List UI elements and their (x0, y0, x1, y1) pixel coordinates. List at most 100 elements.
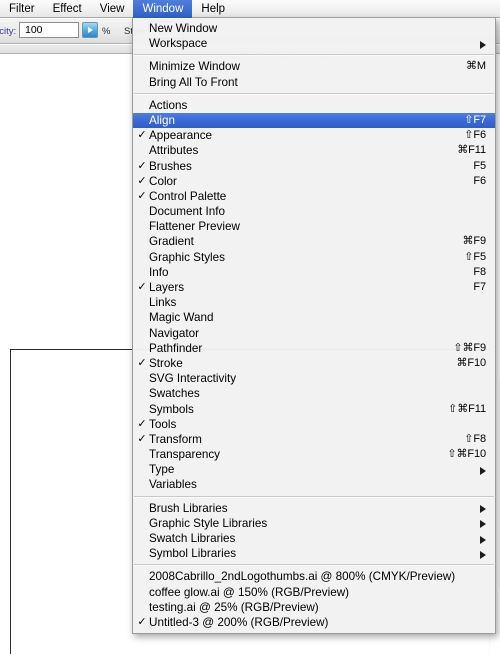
menu-item-label: Links (149, 296, 177, 310)
menu-item-label: Transparency (149, 448, 221, 462)
menu-item-label: Transform (149, 432, 202, 446)
menu-item-document-info[interactable]: Document Info (133, 204, 495, 219)
menu-bar-items: Filter Effect View Window Help (0, 0, 234, 18)
menu-item-shortcut: ⌘F10 (456, 356, 486, 369)
menu-item-color[interactable]: ✓ Color F6 (133, 174, 495, 189)
menu-item-type[interactable]: Type (133, 462, 495, 477)
menu-item-bring-all-to-front[interactable]: Bring All To Front (133, 75, 495, 90)
menu-item-label: Symbols (149, 402, 194, 416)
menu-separator (134, 564, 494, 567)
submenu-arrow-icon (476, 534, 486, 544)
menu-item-label: Color (149, 174, 177, 188)
menu-item-transform[interactable]: ✓ Transform ⇧F8 (133, 432, 495, 447)
menu-item-info[interactable]: Info F8 (133, 265, 495, 280)
menu-item-align[interactable]: Align ⇧F7 (133, 112, 495, 129)
window-menu-list: New Window Workspace Minimize Window ⌘M Brin… (133, 21, 495, 630)
menu-item-tools[interactable]: ✓ Tools (133, 417, 495, 432)
menu-item-links[interactable]: Links (133, 295, 495, 310)
checkmark-icon: ✓ (137, 417, 147, 430)
triangle-right-icon[interactable] (82, 22, 98, 38)
menu-item-label: Appearance (149, 129, 213, 143)
menu-item-label: SVG Interactivity (149, 372, 237, 386)
menu-item-shortcut: ⌘F9 (462, 235, 486, 248)
menu-item-shortcut: ⌘F11 (457, 144, 486, 157)
menu-item-shortcut: F5 (473, 159, 486, 172)
menu-item-shortcut: ⇧F5 (464, 250, 486, 263)
menu-item-label: Layers (149, 281, 185, 294)
menu-item-shortcut: ⇧⌘F9 (453, 341, 486, 354)
menu-item-graphic-style-libraries[interactable]: Graphic Style Libraries (133, 516, 495, 531)
menu-item-testing-ai-25-rgb-preview[interactable]: testing.ai @ 25% (RGB/Preview) (133, 600, 495, 615)
menu-item-minimize-window[interactable]: Minimize Window ⌘M (133, 59, 495, 74)
menu-item-new-window[interactable]: New Window (133, 21, 495, 36)
menu-item-shortcut: ⌘M (466, 60, 486, 73)
menu-bar-item-effect[interactable]: Effect (44, 0, 91, 18)
submenu-arrow-icon (476, 503, 486, 514)
menu-item-swatch-libraries[interactable]: Swatch Libraries (133, 531, 495, 546)
menu-item-appearance[interactable]: ✓ Appearance ⇧F6 (133, 128, 495, 143)
menu-item-svg-interactivity[interactable]: SVG Interactivity (133, 371, 495, 386)
menu-item-swatches[interactable]: Swatches (133, 386, 495, 401)
menu-item-label: Attributes (149, 144, 199, 158)
opacity-input[interactable]: 100 (19, 22, 79, 38)
menu-item-label: coffee glow.ai @ 150% (RGB/Preview) (149, 585, 350, 599)
menu-separator (134, 54, 494, 57)
menu-item-label: Workspace (149, 37, 208, 51)
menu-item-brush-libraries[interactable]: Brush Libraries (133, 501, 495, 516)
menu-item-symbol-libraries[interactable]: Symbol Libraries (133, 546, 495, 561)
menu-item-layers[interactable]: ✓ Layers F7 (133, 280, 495, 295)
menu-separator (134, 92, 494, 95)
menu-item-label: Brush Libraries (149, 501, 228, 515)
menu-item-label: Variables (149, 478, 197, 492)
menu-item-navigator[interactable]: Navigator (133, 326, 495, 341)
menu-item-transparency[interactable]: Transparency ⇧⌘F10 (133, 447, 495, 462)
menu-item-label: New Window (149, 22, 218, 35)
screenshot-root: FilterEffectViewWindowHelp acity: 100 % … (0, 0, 500, 654)
menu-item-label: Tools (149, 417, 177, 431)
menu-item-label: Magic Wand (149, 311, 214, 325)
menu-item-label: Graphic Style Libraries (149, 516, 268, 530)
menu-item-label: Brushes (149, 159, 192, 173)
menu-bar-item-window[interactable]: Window (133, 0, 193, 18)
checkmark-icon: ✓ (137, 356, 147, 369)
checkmark-icon: ✓ (137, 129, 147, 142)
menu-item-label: Actions (149, 98, 188, 112)
menu-item-variables[interactable]: Variables (133, 477, 495, 492)
submenu-arrow-icon (476, 465, 486, 475)
menu-item-label: Graphic Styles (149, 250, 225, 264)
menu-item-flattener-preview[interactable]: Flattener Preview (133, 219, 495, 234)
submenu-arrow-icon (476, 39, 486, 49)
window-menu-dropdown[interactable]: New Window Workspace Minimize Window ⌘M Brin… (132, 18, 496, 635)
checkmark-icon: ✓ (137, 281, 147, 293)
menu-item-label: Flattener Preview (149, 220, 240, 234)
menu-item-actions[interactable]: Actions (133, 98, 495, 113)
percent-label: % (102, 26, 111, 37)
menu-item-symbols[interactable]: Symbols ⇧⌘F11 (133, 402, 495, 417)
checkmark-icon: ✓ (137, 159, 147, 172)
menu-item-shortcut: ⇧⌘F10 (447, 448, 486, 461)
menu-item-label: Bring All To Front (149, 75, 238, 89)
menu-item-workspace[interactable]: Workspace (133, 36, 495, 51)
menu-item-label: Control Palette (149, 189, 227, 203)
menu-item-brushes[interactable]: ✓ Brushes F5 (133, 159, 495, 174)
menu-item-pathfinder[interactable]: Pathfinder ⇧⌘F9 (133, 341, 495, 356)
menu-bar-item-filter[interactable]: Filter (0, 0, 44, 18)
menu-item-attributes[interactable]: Attributes ⌘F11 (133, 143, 495, 158)
menu-item-2008cabrillo-2ndlogothumbs-ai-800-cmyk-p[interactable]: 2008Cabrillo_2ndLogothumbs.ai @ 800% (CM… (133, 569, 495, 584)
menu-item-magic-wand[interactable]: Magic Wand (133, 310, 495, 325)
menu-item-label: Pathfinder (149, 341, 203, 355)
submenu-arrow-icon (476, 518, 486, 529)
menu-item-gradient[interactable]: Gradient ⌘F9 (133, 234, 495, 249)
menu-item-label: Gradient (149, 235, 194, 249)
menu-item-coffee-glow-ai-150-rgb-preview[interactable]: coffee glow.ai @ 150% (RGB/Preview) (133, 585, 495, 600)
menu-item-control-palette[interactable]: ✓ Control Palette (133, 189, 495, 204)
menu-bar: Filter Effect View Window Help (0, 0, 500, 18)
menu-bar-item-view[interactable]: View (91, 0, 134, 18)
menu-item-label: Minimize Window (149, 60, 240, 74)
menu-item-label: Type (149, 463, 175, 477)
menu-item-shortcut: ⇧F8 (464, 432, 486, 445)
menu-item-graphic-styles[interactable]: Graphic Styles ⇧F5 (133, 250, 495, 265)
menu-bar-item-help[interactable]: Help (192, 0, 234, 18)
menu-item-untitled-3-200-rgb-preview[interactable]: ✓ Untitled-3 @ 200% (RGB/Preview) (133, 615, 495, 630)
menu-item-stroke[interactable]: ✓ Stroke ⌘F10 (133, 356, 495, 371)
